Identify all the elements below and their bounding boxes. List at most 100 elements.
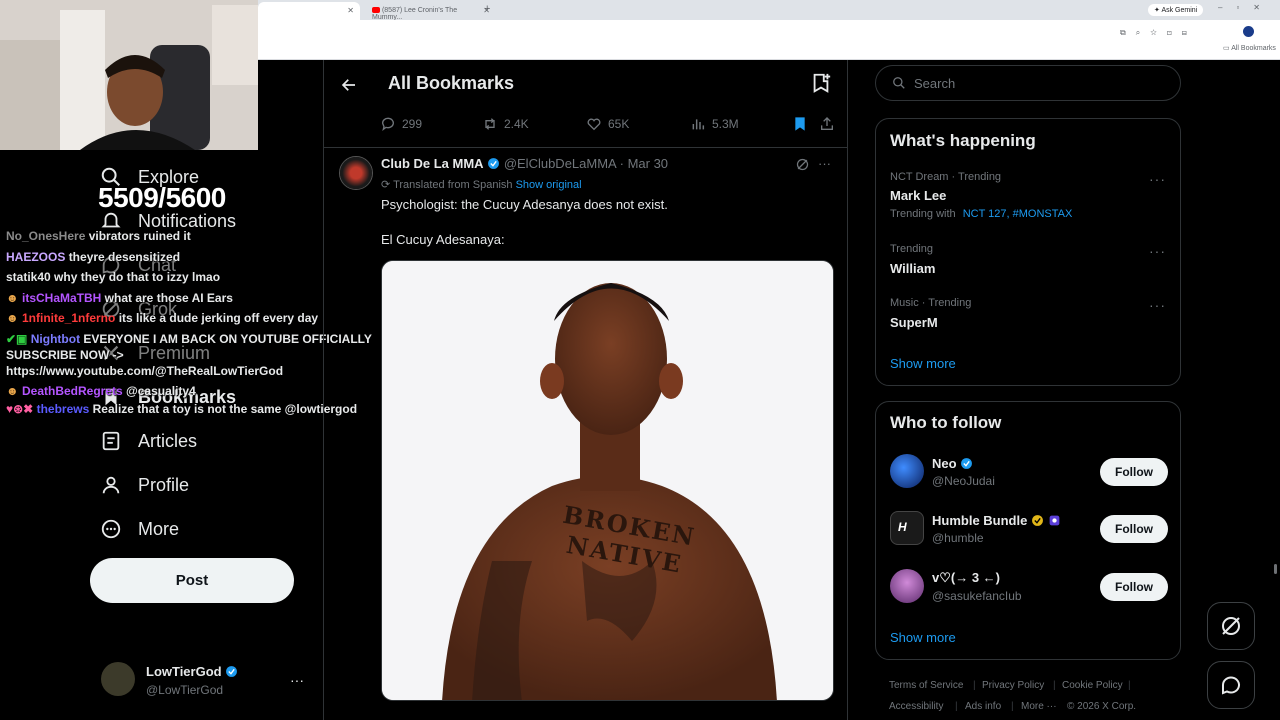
footer-separator: |	[1011, 701, 1014, 712]
browser-chrome: ✕ (8587) Lee Cronin's The Mummy... ✕ + ✦…	[258, 0, 1280, 60]
suggestion-name: v♡(→ 3 ←)	[932, 570, 1000, 585]
search-placeholder: Search	[914, 75, 956, 91]
who-show-more-link[interactable]: Show more	[890, 630, 956, 645]
trend-related: Trending with NCT 127, #MONSTAX	[890, 208, 1072, 220]
views-icon	[692, 119, 705, 130]
person-icon	[102, 476, 120, 494]
chat-user: thebrews	[36, 402, 90, 416]
footer-accessibility-link[interactable]: Accessibility	[889, 701, 943, 712]
humble-logo-icon: H	[898, 520, 907, 534]
suggestion-avatar[interactable]: H	[890, 511, 924, 545]
who-to-follow-title: Who to follow	[890, 413, 1002, 432]
footer-ads-link[interactable]: Ads info	[965, 701, 1001, 712]
nav-profile[interactable]: Profile	[100, 470, 189, 500]
grok-floating-button[interactable]	[1207, 602, 1255, 650]
new-folder-icon[interactable]	[810, 72, 832, 94]
chat-message: @casuality4	[126, 383, 196, 398]
grok-icon[interactable]	[795, 157, 810, 172]
chat-message: theyre desensitized	[68, 249, 181, 264]
bookmarks-bar-label: All Bookmarks	[1231, 45, 1276, 52]
tweet-media-image[interactable]: BROKEN NATIVE	[381, 260, 834, 701]
suggestion-avatar[interactable]	[890, 454, 924, 488]
follow-button[interactable]: Follow	[1100, 458, 1168, 486]
chat-badge-icon: ☻	[6, 290, 19, 305]
profile-avatar-icon[interactable]	[1243, 26, 1254, 37]
account-handle: @LowTierGod	[146, 683, 224, 697]
chat-badge-icon: ☻	[6, 311, 19, 325]
back-arrow-icon[interactable]	[340, 76, 358, 94]
tweet-more-icon[interactable]: ···	[818, 156, 831, 171]
share-icon[interactable]	[819, 116, 835, 132]
chat-message: what are those AI Ears	[104, 290, 233, 305]
webcam-overlay	[0, 0, 258, 150]
tab-close-icon[interactable]: ✕	[347, 6, 354, 15]
trends-show-more-link[interactable]: Show more	[890, 356, 956, 371]
bookmarks-bar-item[interactable]: ▭ All Bookmarks	[1223, 44, 1276, 52]
translation-row: ⟳ Translated from Spanish Show original	[381, 178, 582, 191]
footer-more-link[interactable]: More ···	[1021, 701, 1057, 712]
tab-strip: ✕ (8587) Lee Cronin's The Mummy... ✕ + ✦…	[258, 0, 1280, 21]
messages-floating-button[interactable]	[1207, 661, 1255, 709]
page-title: All Bookmarks	[388, 73, 515, 93]
chat-bubble-icon	[1222, 676, 1240, 695]
nav-articles-label: Articles	[138, 430, 198, 451]
account-name: LowTierGod	[146, 664, 222, 679]
footer-separator: |	[973, 680, 976, 691]
grok-icon	[1222, 617, 1240, 635]
scrollbar-thumb[interactable]	[1274, 564, 1277, 574]
search-input[interactable]: Search	[875, 65, 1181, 101]
suggestion-avatar[interactable]	[890, 569, 924, 603]
tweet-author-avatar[interactable]	[339, 156, 373, 190]
suggestion-handle: @humble	[932, 531, 984, 545]
show-original-link[interactable]: Show original	[516, 179, 582, 191]
post-button[interactable]: Post	[90, 558, 294, 603]
chat-user: No_OnesHere	[6, 229, 86, 243]
ask-gemini-label: Ask Gemini	[1161, 7, 1198, 14]
tweet-author-handle[interactable]: @ElClubDeLaMMA	[504, 156, 616, 171]
chat-message: why they do that to izzy lmao	[54, 270, 221, 284]
footer-privacy-link[interactable]: Privacy Policy	[982, 680, 1044, 691]
window-controls[interactable]: –▫✕	[1218, 3, 1274, 12]
webcam-feed-image	[0, 0, 258, 150]
toolbar-icons[interactable]: ⧉⌕☆⊡⊟	[1120, 28, 1197, 38]
ask-gemini-button[interactable]: ✦ Ask Gemini	[1148, 4, 1204, 16]
trend-related-links[interactable]: NCT 127, #MONSTAX	[963, 208, 1073, 220]
trend-more-icon[interactable]: ···	[1149, 243, 1166, 259]
new-tab-plus-icon[interactable]: +	[484, 3, 490, 15]
follow-button[interactable]: Follow	[1100, 515, 1168, 543]
footer-cookie-link[interactable]: Cookie Policy	[1062, 680, 1123, 691]
whats-happening-card: What's happening NCT Dream · Trending ··…	[875, 118, 1181, 386]
reply-button[interactable]: 299	[380, 116, 422, 132]
browser-tab-youtube[interactable]: (8587) Lee Cronin's The Mummy... ✕	[364, 2, 496, 21]
footer-terms-link[interactable]: Terms of Service	[889, 680, 963, 691]
translate-icon: ⟳	[381, 179, 391, 191]
chat-user: HAEZOOS	[6, 249, 66, 264]
nav-more[interactable]: More	[100, 514, 179, 544]
account-more-icon[interactable]: ···	[290, 672, 304, 688]
browser-tab-active[interactable]: ✕	[258, 2, 360, 20]
trend-more-icon[interactable]: ···	[1149, 297, 1166, 313]
bookmark-filled-icon[interactable]	[792, 116, 808, 132]
suggestion-handle: @sasukefancIub	[932, 589, 1022, 603]
heart-icon	[587, 118, 601, 131]
tweet-date[interactable]: · Mar 30	[620, 156, 668, 171]
tweet-author-name[interactable]: Club De La MMA	[381, 156, 484, 171]
account-name-row: LowTierGod	[146, 664, 238, 679]
chat-user: 1nfinite_1nferno	[21, 311, 116, 325]
follow-button[interactable]: Follow	[1100, 573, 1168, 601]
views-button[interactable]: 5.3M	[690, 116, 739, 132]
trend-more-icon[interactable]: ···	[1149, 171, 1166, 187]
nav-articles[interactable]: Articles	[100, 426, 197, 456]
repost-button[interactable]: 2.4K	[482, 116, 529, 132]
footer-copyright: © 2026 X Corp.	[1067, 701, 1137, 712]
like-button[interactable]: 65K	[586, 116, 629, 132]
more-circle-icon	[101, 519, 121, 539]
trend-name: Mark Lee	[890, 188, 947, 203]
trend-meta: NCT Dream · Trending	[890, 171, 1002, 183]
page-scrollbar[interactable]	[1273, 64, 1278, 716]
chat-message: its like a dude jerking off every day	[118, 311, 319, 325]
main-timeline: All Bookmarks 299 2.4K 65K 5.3M Club De …	[323, 60, 848, 720]
whats-happening-title: What's happening	[890, 131, 1036, 150]
tweet-text-line-1: Psychologist: the Cucuy Adesanya does no…	[381, 197, 668, 212]
suggestion-name: Humble Bundle	[932, 513, 1028, 528]
